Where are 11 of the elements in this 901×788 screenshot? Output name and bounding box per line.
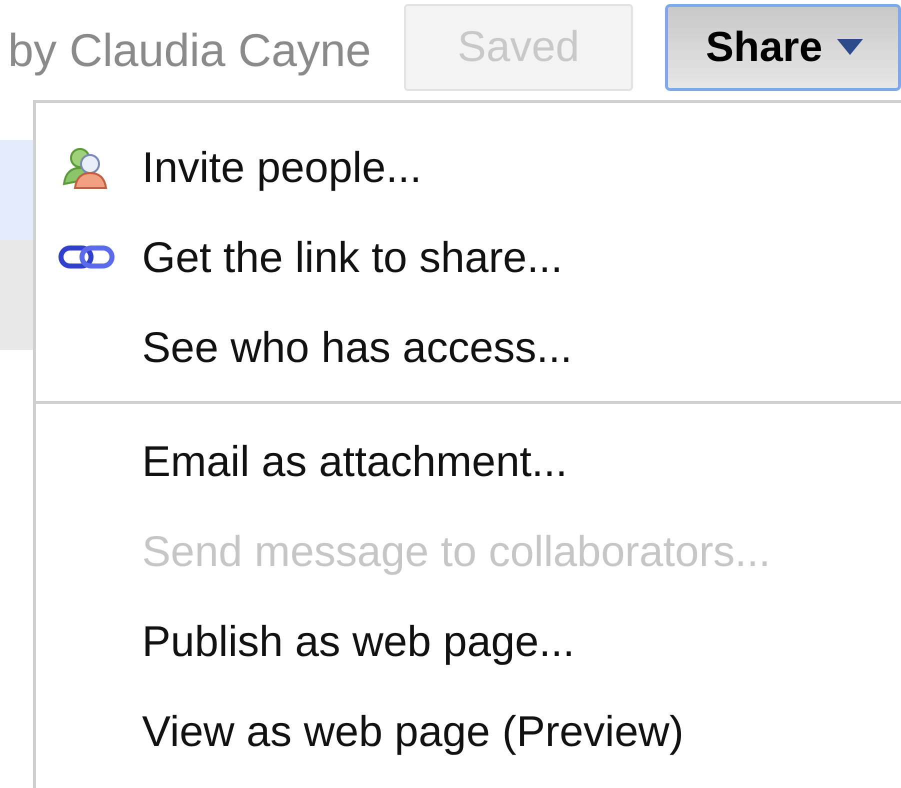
menu-item[interactable]: Invite people...	[36, 123, 901, 213]
share-button[interactable]: Share	[664, 4, 901, 90]
menu-item[interactable]: Get the link to share...	[36, 213, 901, 303]
menu-item[interactable]: See who has access...	[36, 303, 901, 393]
menu-item[interactable]: View as web page (Preview)	[36, 687, 901, 777]
menu-item[interactable]: Publish as web page...	[36, 597, 901, 687]
link-icon	[58, 246, 114, 268]
menu-item[interactable]: Email as attachment...	[36, 417, 901, 507]
author-byline: by Claudia Cayne	[8, 23, 372, 77]
people-icon	[63, 148, 107, 189]
caret-icon	[836, 39, 863, 55]
